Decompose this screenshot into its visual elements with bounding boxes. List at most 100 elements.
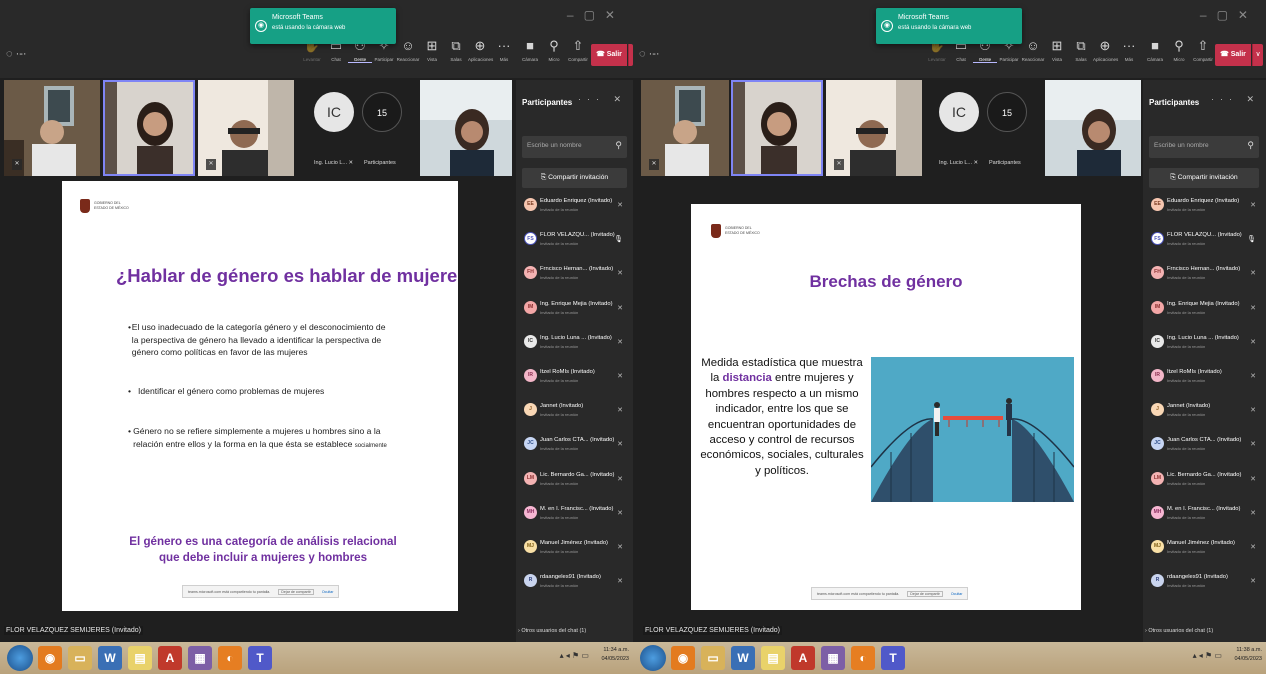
hide-button[interactable]: Ocultar <box>322 590 334 594</box>
chrome-icon[interactable]: ◉ <box>38 646 62 670</box>
mic-button[interactable]: ⚲ Micro <box>542 38 566 62</box>
clock[interactable]: 11:38 a.m. 04/05/2023 <box>1234 646 1262 664</box>
window-controls[interactable]: –▢✕ <box>1200 8 1258 22</box>
video-tile-1[interactable]: ✕ <box>641 80 729 176</box>
acrobat-icon[interactable]: A <box>158 646 182 670</box>
more-button[interactable]: ··· Más <box>1117 38 1141 63</box>
rooms-button[interactable]: ⧉ Salas <box>444 38 468 63</box>
sticky-notes-icon[interactable]: ▤ <box>761 646 785 670</box>
stop-sharing-button[interactable]: Dejar de compartir <box>278 588 314 595</box>
participant-row[interactable]: MH M. en I. Francisc... (Invitado) Invitad… <box>516 500 633 534</box>
word-icon[interactable]: W <box>98 646 122 670</box>
firefox-icon[interactable]: ◐ <box>851 646 875 670</box>
tray-icons[interactable]: ▴ ◂ ⚑ ▭ <box>1193 651 1222 660</box>
participant-row[interactable]: IC Ing. Lucio Luna ... (Invitado) Invitado… <box>1143 329 1266 363</box>
video-tile-3[interactable]: ✕ <box>198 80 294 176</box>
participant-row[interactable]: LM Lic. Bernardo Ga... (Invitado) Invitado… <box>1143 466 1266 500</box>
participant-row[interactable]: LM Lic. Bernardo Ga... (Invitado) Invitado… <box>516 466 633 500</box>
media-icon[interactable]: ▦ <box>188 646 212 670</box>
video-tile-4[interactable] <box>420 80 512 176</box>
mic-off-icon: ✕ <box>206 159 216 170</box>
participant-row[interactable]: FS FLOR VELAZQU... (Invitado) Invitado de … <box>1143 226 1266 260</box>
participant-row[interactable]: FH Frncisco Hernan... (Invitado) Invitado … <box>516 260 633 294</box>
participant-row[interactable]: MH M. en I. Francisc... (Invitado) Invitad… <box>1143 500 1266 534</box>
video-tile-4[interactable] <box>1045 80 1141 176</box>
react-button[interactable]: ☺ Reaccionar <box>1021 38 1045 63</box>
share-button[interactable]: ⇧ Compartir <box>1191 38 1215 62</box>
panel-controls[interactable]: ··· ✕ <box>578 94 627 105</box>
panel-controls[interactable]: ··· ✕ <box>1211 94 1260 105</box>
video-tile-2[interactable] <box>731 80 823 176</box>
rooms-button[interactable]: ⧉ Salas <box>1069 38 1093 63</box>
react-button[interactable]: ☺ Reaccionar <box>396 38 420 63</box>
participant-row[interactable]: IM Ing. Enrique Mejia (Invitado) Invitado … <box>516 295 633 329</box>
media-icon[interactable]: ▦ <box>821 646 845 670</box>
apps-button[interactable]: ⊕ Aplicaciones <box>468 38 493 63</box>
more-button[interactable]: ··· Más <box>492 38 516 63</box>
participant-row[interactable]: FS FLOR VELAZQU... (Invitado) Invitado de … <box>516 226 633 260</box>
participant-row[interactable]: IC Ing. Lucio Luna ... (Invitado) Invitado… <box>516 329 633 363</box>
tray-icons[interactable]: ▴ ◂ ⚑ ▭ <box>560 651 589 660</box>
meeting-info-icon[interactable]: ◌ ·‑· <box>6 48 27 60</box>
stop-sharing-button[interactable]: Dejar de compartir <box>907 590 943 597</box>
folder-icon[interactable]: ▭ <box>701 646 725 670</box>
mic-off-icon: ✕ <box>617 407 623 415</box>
hide-button[interactable]: Ocultar <box>951 592 963 596</box>
participant-row[interactable]: EE Eduardo Enriquez (Invitado) Invitado de… <box>516 192 633 226</box>
teams-icon[interactable]: T <box>248 646 272 670</box>
start-button[interactable] <box>640 645 666 671</box>
apps-icon: ⊕ <box>474 38 486 53</box>
video-tile-3[interactable]: ✕ <box>826 80 922 176</box>
folder-icon[interactable]: ▭ <box>68 646 92 670</box>
presenter-name: FLOR VELAZQUEZ SEMIJERES (Invitado) <box>643 626 782 635</box>
leave-button[interactable]: ☎ Salir <box>1215 44 1251 66</box>
other-chat-users[interactable]: › Otros usuarios del chat (1) <box>518 628 586 634</box>
camera-button[interactable]: ■ Cámara <box>518 38 542 62</box>
acrobat-icon[interactable]: A <box>791 646 815 670</box>
avatar: IM <box>1151 300 1164 314</box>
video-tile-2[interactable] <box>103 80 195 176</box>
participant-row[interactable]: J Jannet (Invitado) Invitado de la reunión… <box>1143 397 1266 431</box>
leave-options-button[interactable]: ∨ <box>1252 44 1263 66</box>
camera-button[interactable]: ■ Cámara <box>1143 38 1167 62</box>
participant-row[interactable]: JC Juan Carlos CTA... (Invitado) Invitado … <box>1143 431 1266 465</box>
participant-row[interactable]: MJ Manuel Jiménez (Invitado) Invitado de l… <box>1143 534 1266 568</box>
share-invitation-button[interactable]: ⎘ Compartir invitación <box>522 168 627 188</box>
camera-toast[interactable]: ◉ Microsoft Teams está usando la cámara … <box>250 8 396 44</box>
participant-avatar-tile[interactable]: IC Ing. Lucio L... ✕ 15 Participantes <box>298 80 418 176</box>
clock[interactable]: 11:34 a.m. 04/05/2023 <box>601 646 629 664</box>
participant-row[interactable]: IM Ing. Enrique Mejia (Invitado) Invitado … <box>1143 295 1266 329</box>
participant-search-input[interactable]: Escribe un nombre ⚲ <box>522 136 627 158</box>
camera-toast[interactable]: ◉ Microsoft Teams está usando la cámara … <box>876 8 1022 44</box>
teams-icon[interactable]: T <box>881 646 905 670</box>
word-icon[interactable]: W <box>731 646 755 670</box>
meeting-info-icon[interactable]: ◌ ·‑· <box>639 48 660 60</box>
share-button[interactable]: ⇧ Compartir <box>566 38 590 62</box>
start-button[interactable] <box>7 645 33 671</box>
window-controls[interactable]: –▢✕ <box>567 8 625 22</box>
participant-row[interactable]: IR Itzel RoMIs (Invitado) Invitado de la r… <box>1143 363 1266 397</box>
mic-button[interactable]: ⚲ Micro <box>1167 38 1191 62</box>
firefox-icon[interactable]: ◐ <box>218 646 242 670</box>
participant-row[interactable]: MJ Manuel Jiménez (Invitado) Invitado de l… <box>516 534 633 568</box>
participant-search-input[interactable]: Escribe un nombre ⚲ <box>1149 136 1259 158</box>
share-invitation-button[interactable]: ⎘ Compartir invitación <box>1149 168 1259 188</box>
participant-avatar-tile[interactable]: IC Ing. Lucio L... ✕ 15 Participantes <box>925 80 1045 176</box>
other-chat-users[interactable]: › Otros usuarios del chat (1) <box>1145 628 1213 634</box>
participant-row[interactable]: JC Juan Carlos CTA... (Invitado) Invitado … <box>516 431 633 465</box>
apps-button[interactable]: ⊕ Aplicaciones <box>1093 38 1118 63</box>
participant-row[interactable]: Rrdaangeles91 (Invitado) Invitado de la r… <box>1143 568 1266 602</box>
participant-name: Lic. Bernardo Ga... (Invitado) <box>540 471 615 478</box>
participant-row[interactable]: J Jannet (Invitado) Invitado de la reunión… <box>516 397 633 431</box>
participant-row[interactable]: Rrdaangeles91 (Invitado) Invitado de la r… <box>516 568 633 602</box>
participant-row[interactable]: EE Eduardo Enriquez (Invitado) Invitado de… <box>1143 192 1266 226</box>
participant-row[interactable]: IR Itzel RoMIs (Invitado) Invitado de la r… <box>516 363 633 397</box>
view-button[interactable]: ⊞ Vista <box>420 38 444 63</box>
chrome-icon[interactable]: ◉ <box>671 646 695 670</box>
view-button[interactable]: ⊞ Vista <box>1045 38 1069 63</box>
sticky-notes-icon[interactable]: ▤ <box>128 646 152 670</box>
toast-title: Microsoft Teams <box>272 14 323 21</box>
participant-row[interactable]: FH Frncisco Hernan... (Invitado) Invitado … <box>1143 260 1266 294</box>
leave-button[interactable]: ☎ Salir <box>591 44 627 66</box>
video-tile-1[interactable]: ✕ <box>4 80 100 176</box>
